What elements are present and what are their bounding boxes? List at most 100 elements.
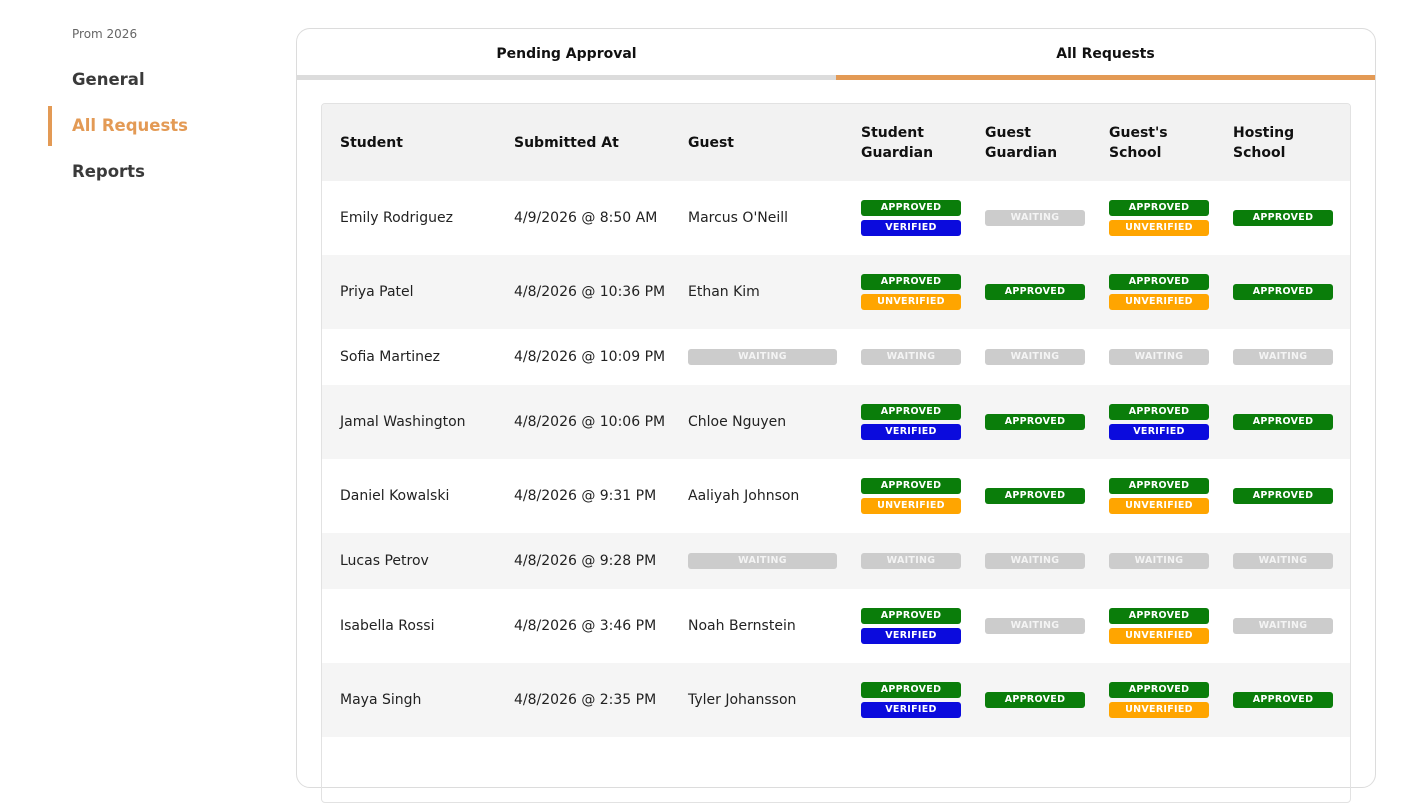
student-guardian-cell: APPROVED VERIFIED bbox=[843, 663, 967, 737]
status-badge: APPROVED bbox=[1109, 608, 1209, 624]
status-badge: APPROVED bbox=[861, 478, 961, 494]
hosting-school-cell: APPROVED bbox=[1215, 663, 1350, 737]
student-guardian-cell: APPROVED UNVERIFIED bbox=[843, 255, 967, 329]
status-badge: APPROVED bbox=[985, 414, 1085, 430]
status-badge: WAITING bbox=[1233, 349, 1333, 365]
badge-stack: WAITING bbox=[1109, 349, 1209, 365]
guest-cell: Ethan Kim bbox=[688, 284, 760, 300]
status-badge: VERIFIED bbox=[861, 702, 961, 718]
column-header[interactable]: Student Guardian bbox=[843, 104, 967, 181]
tab-all-requests[interactable]: All Requests bbox=[836, 29, 1375, 80]
event-name: Prom 2026 bbox=[72, 27, 138, 41]
guest-guardian-cell: WAITING bbox=[967, 181, 1091, 255]
sidebar: Prom 2026 General All Requests Reports bbox=[48, 0, 278, 739]
badge-stack: APPROVED VERIFIED bbox=[1109, 404, 1209, 440]
sidebar-item-all-requests[interactable]: All Requests bbox=[48, 106, 278, 146]
status-badge: VERIFIED bbox=[1109, 424, 1209, 440]
hosting-school-cell: WAITING bbox=[1215, 329, 1350, 385]
column-header[interactable]: Submitted At bbox=[496, 104, 670, 181]
table-row[interactable]: Emily Rodriguez 4/9/2026 @ 8:50 AM Marcus … bbox=[322, 181, 1350, 255]
status-badge: APPROVED bbox=[985, 284, 1085, 300]
status-badge: APPROVED bbox=[1109, 404, 1209, 420]
requests-panel: Pending Approval All Requests Student Su… bbox=[296, 28, 1376, 803]
guest-cell: Noah Bernstein bbox=[688, 618, 796, 634]
status-badge: WAITING bbox=[985, 349, 1085, 365]
submitted-at-cell: 4/8/2026 @ 10:36 PM bbox=[514, 284, 666, 300]
status-badge: APPROVED bbox=[1233, 692, 1333, 708]
guests-school-cell: APPROVED UNVERIFIED bbox=[1091, 663, 1215, 737]
column-header[interactable]: Guest Guardian bbox=[967, 104, 1091, 181]
column-header[interactable]: Guest bbox=[670, 104, 843, 181]
column-header[interactable]: Guest's School bbox=[1091, 104, 1215, 181]
status-badge: WAITING bbox=[861, 349, 961, 365]
guest-cell: WAITING bbox=[670, 329, 843, 385]
status-badge: APPROVED bbox=[1233, 414, 1333, 430]
guest-cell: WAITING bbox=[670, 533, 843, 589]
guest-cell: Tyler Johansson bbox=[688, 692, 797, 708]
guest-cell: Aaliyah Johnson bbox=[688, 488, 800, 504]
requests-table-container: Student Submitted At Guest Student Guard… bbox=[321, 103, 1351, 803]
table-body: Emily Rodriguez 4/9/2026 @ 8:50 AM Marcus … bbox=[322, 181, 1350, 737]
badge-stack: WAITING bbox=[861, 553, 961, 569]
submitted-at-cell: 4/9/2026 @ 8:50 AM bbox=[514, 210, 658, 226]
badge-stack: APPROVED UNVERIFIED bbox=[1109, 200, 1209, 236]
badge-stack: APPROVED bbox=[1233, 284, 1333, 300]
guest-guardian-cell: APPROVED bbox=[967, 255, 1091, 329]
badge-stack: APPROVED bbox=[985, 414, 1085, 430]
table-row[interactable]: Maya Singh 4/8/2026 @ 2:35 PM Tyler Johans… bbox=[322, 663, 1350, 737]
badge-stack: APPROVED VERIFIED bbox=[861, 200, 961, 236]
table-row[interactable]: Lucas Petrov 4/8/2026 @ 9:28 PM WAITING WAI… bbox=[322, 533, 1350, 589]
guests-school-cell: WAITING bbox=[1091, 533, 1215, 589]
sidebar-item-reports[interactable]: Reports bbox=[48, 152, 278, 192]
status-badge: WAITING bbox=[985, 210, 1085, 226]
student-name-cell: Emily Rodriguez bbox=[340, 210, 453, 226]
sidebar-item-general[interactable]: General bbox=[48, 60, 278, 100]
badge-stack: APPROVED bbox=[1233, 692, 1333, 708]
status-badge: APPROVED bbox=[861, 682, 961, 698]
status-badge: VERIFIED bbox=[861, 424, 961, 440]
table-row[interactable]: Priya Patel 4/8/2026 @ 10:36 PM Ethan Kim A… bbox=[322, 255, 1350, 329]
badge-stack: APPROVED UNVERIFIED bbox=[1109, 682, 1209, 718]
badge-stack: APPROVED VERIFIED bbox=[861, 682, 961, 718]
hosting-school-cell: APPROVED bbox=[1215, 459, 1350, 533]
guests-school-cell: APPROVED VERIFIED bbox=[1091, 385, 1215, 459]
badge-stack: APPROVED UNVERIFIED bbox=[861, 478, 961, 514]
status-badge: APPROVED bbox=[861, 274, 961, 290]
column-header[interactable]: Hosting School bbox=[1215, 104, 1350, 181]
submitted-at-cell: 4/8/2026 @ 9:31 PM bbox=[514, 488, 657, 504]
status-badge: APPROVED bbox=[985, 692, 1085, 708]
badge-stack: APPROVED bbox=[1233, 210, 1333, 226]
guest-guardian-cell: WAITING bbox=[967, 329, 1091, 385]
badge-stack: APPROVED UNVERIFIED bbox=[861, 274, 961, 310]
badge-stack: APPROVED bbox=[985, 692, 1085, 708]
tab-pending-approval[interactable]: Pending Approval bbox=[297, 29, 836, 80]
student-guardian-cell: APPROVED UNVERIFIED bbox=[843, 459, 967, 533]
status-badge: APPROVED bbox=[1233, 210, 1333, 226]
status-badge: UNVERIFIED bbox=[861, 294, 961, 310]
status-badge: WAITING bbox=[985, 553, 1085, 569]
status-badge: APPROVED bbox=[861, 200, 961, 216]
badge-stack: APPROVED UNVERIFIED bbox=[1109, 608, 1209, 644]
tab-bar: Pending Approval All Requests bbox=[297, 29, 1375, 80]
status-badge: VERIFIED bbox=[861, 628, 961, 644]
guests-school-cell: APPROVED UNVERIFIED bbox=[1091, 181, 1215, 255]
table-row[interactable]: Daniel Kowalski 4/8/2026 @ 9:31 PM Aaliyah… bbox=[322, 459, 1350, 533]
status-badge: APPROVED bbox=[985, 488, 1085, 504]
status-badge: APPROVED bbox=[1109, 478, 1209, 494]
table-row[interactable]: Jamal Washington 4/8/2026 @ 10:06 PM Chloe… bbox=[322, 385, 1350, 459]
hosting-school-cell: APPROVED bbox=[1215, 255, 1350, 329]
status-badge: UNVERIFIED bbox=[1109, 498, 1209, 514]
status-badge: APPROVED bbox=[1233, 284, 1333, 300]
student-guardian-cell: APPROVED VERIFIED bbox=[843, 385, 967, 459]
guest-guardian-cell: APPROVED bbox=[967, 663, 1091, 737]
table-row[interactable]: Isabella Rossi 4/8/2026 @ 3:46 PM Noah Ber… bbox=[322, 589, 1350, 663]
badge-stack: WAITING bbox=[861, 349, 961, 365]
guest-guardian-cell: APPROVED bbox=[967, 385, 1091, 459]
badge-stack: APPROVED bbox=[1233, 414, 1333, 430]
column-header[interactable]: Student bbox=[322, 104, 496, 181]
badge-stack: APPROVED bbox=[985, 284, 1085, 300]
table-row[interactable]: Sofia Martinez 4/8/2026 @ 10:09 PM WAITING… bbox=[322, 329, 1350, 385]
badge-stack: WAITING bbox=[1233, 349, 1333, 365]
badge-stack: WAITING bbox=[1233, 618, 1333, 634]
requests-table: Student Submitted At Guest Student Guard… bbox=[322, 104, 1350, 737]
